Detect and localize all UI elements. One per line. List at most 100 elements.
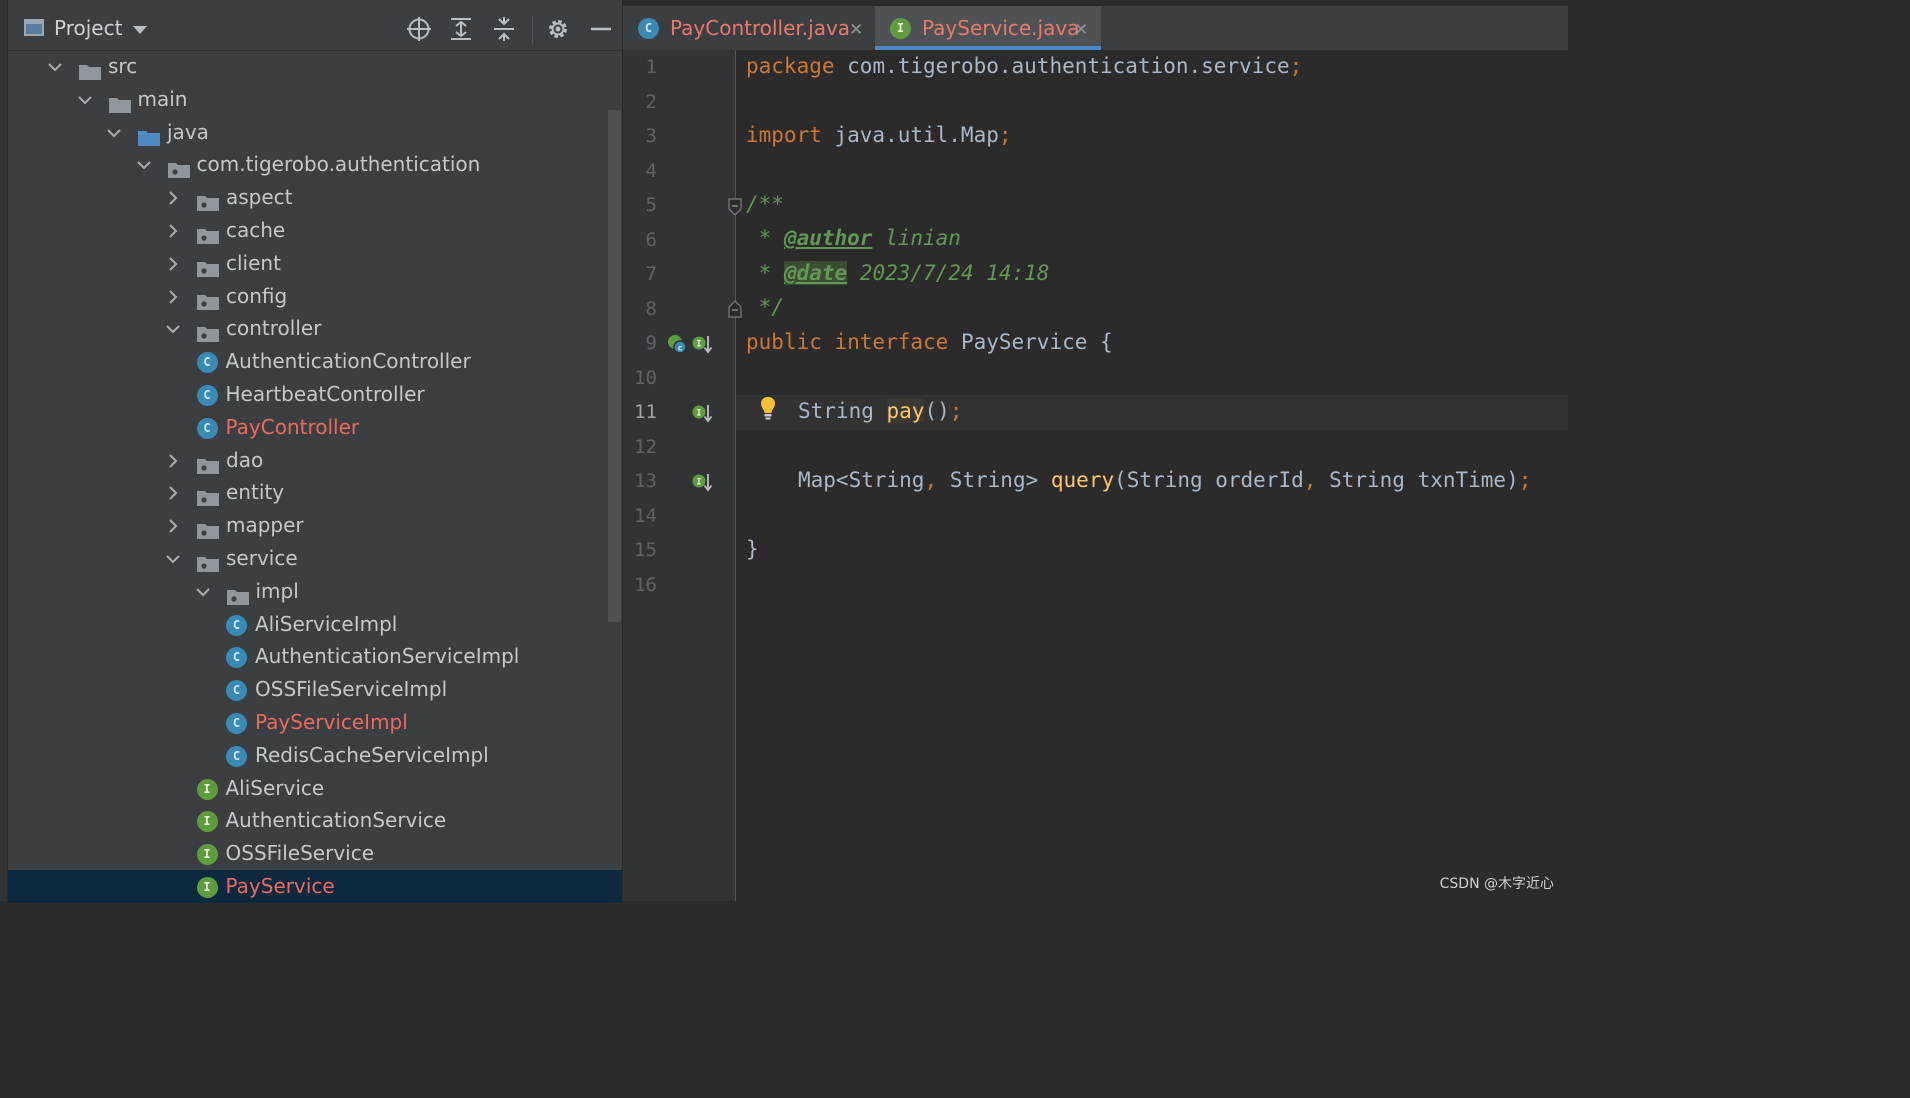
- tree-node-label: mapper: [226, 513, 304, 538]
- gear-icon[interactable]: [545, 16, 571, 42]
- collapse-all-icon[interactable]: [491, 16, 517, 42]
- line-number[interactable]: 12: [623, 436, 657, 458]
- tree-node-payserviceimpl[interactable]: C PayServiceImpl: [8, 706, 622, 739]
- folder-icon: [137, 124, 161, 146]
- tree-node-rediscacheserviceimpl[interactable]: C RedisCacheServiceImpl: [8, 739, 622, 772]
- chevron-right-icon[interactable]: [166, 289, 180, 304]
- tool-window-strip[interactable]: [0, 0, 8, 901]
- lightbulb-icon[interactable]: [759, 396, 777, 422]
- project-tree[interactable]: src main java com.tigerobo.authentication as…: [8, 50, 622, 903]
- class-icon: C: [226, 745, 247, 767]
- keyword: package: [746, 54, 835, 78]
- tree-node-paycontroller[interactable]: C PayController: [8, 411, 622, 444]
- code-line-3[interactable]: import java.util.Map;: [746, 123, 1012, 147]
- tab-label: PayService.java: [922, 16, 1080, 40]
- line-number[interactable]: 7: [623, 263, 657, 285]
- tree-node-aspect[interactable]: aspect: [8, 181, 622, 214]
- tree-node-main[interactable]: main: [8, 83, 622, 116]
- tab-paycontroller[interactable]: C PayController.java ✕: [623, 6, 875, 50]
- line-number[interactable]: 3: [623, 125, 657, 147]
- line-number[interactable]: 16: [623, 574, 657, 596]
- chevron-down-icon[interactable]: [107, 126, 121, 140]
- tree-node-controller[interactable]: controller: [8, 312, 622, 345]
- tree-scrollbar[interactable]: [608, 110, 621, 622]
- tree-node-ossfileserviceimpl[interactable]: C OSSFileServiceImpl: [8, 673, 622, 706]
- toolbar-divider: [532, 16, 533, 44]
- tree-node-entity[interactable]: entity: [8, 476, 622, 509]
- chevron-down-icon[interactable]: [195, 585, 210, 599]
- tree-node-ossfileservice[interactable]: I OSSFileService: [8, 837, 622, 870]
- line-number[interactable]: 15: [623, 539, 657, 561]
- implemented-down-icon[interactable]: I: [691, 333, 713, 355]
- code-line-11[interactable]: String pay();: [798, 399, 962, 423]
- tree-node-cache[interactable]: cache: [8, 214, 622, 247]
- close-icon[interactable]: ✕: [849, 20, 863, 40]
- chevron-down-icon[interactable]: [48, 60, 62, 74]
- tree-node-label: impl: [255, 578, 299, 603]
- line-number[interactable]: 5: [623, 194, 657, 216]
- line-number[interactable]: 10: [623, 367, 657, 389]
- tree-node-dao[interactable]: dao: [8, 444, 622, 477]
- unfold-end-icon[interactable]: [728, 300, 742, 318]
- tree-node-label: client: [226, 250, 281, 275]
- hide-panel-icon[interactable]: [588, 16, 614, 42]
- tree-node-aliservice[interactable]: I AliService: [8, 772, 622, 805]
- close-icon[interactable]: ✕: [1074, 20, 1088, 40]
- tree-node-heartbeatcontroller[interactable]: C HeartbeatController: [8, 378, 622, 411]
- line-number[interactable]: 2: [623, 91, 657, 113]
- tree-node-java[interactable]: java: [8, 116, 622, 149]
- line-number[interactable]: 6: [623, 229, 657, 251]
- expand-all-icon[interactable]: [448, 16, 474, 42]
- line-number[interactable]: 8: [623, 298, 657, 320]
- fold-icon[interactable]: [728, 198, 742, 216]
- tree-node-client[interactable]: client: [8, 247, 622, 280]
- tree-node-payservice[interactable]: I PayService: [8, 870, 622, 903]
- locate-icon[interactable]: [406, 16, 432, 42]
- code-line-15[interactable]: }: [746, 537, 759, 561]
- code-line-1[interactable]: package com.tigerobo.authentication.serv…: [746, 54, 1302, 78]
- package-icon: [196, 222, 220, 244]
- tree-node-mapper[interactable]: mapper: [8, 509, 622, 542]
- chevron-right-icon[interactable]: [166, 519, 180, 533]
- line-number[interactable]: 1: [623, 56, 657, 78]
- code-line-13[interactable]: Map<String, String> query(String orderId…: [798, 468, 1531, 492]
- tree-node-aliserviceimpl[interactable]: C AliServiceImpl: [8, 608, 622, 641]
- chevron-right-icon[interactable]: [166, 486, 180, 501]
- tree-node-authenticationservice[interactable]: I AuthenticationService: [8, 804, 622, 837]
- tree-node-authenticationserviceimpl[interactable]: C AuthenticationServiceImpl: [8, 640, 622, 673]
- code-editor[interactable]: c I I I 1 2 3 4 5 6 7 8 9 10 11 12 13 14 15 16 package …: [623, 50, 1568, 901]
- chevron-down-icon[interactable]: [133, 26, 147, 34]
- project-view-selector[interactable]: Project: [54, 16, 122, 40]
- editor-tabs: C PayController.java ✕ I PayService.java…: [623, 6, 1568, 51]
- implemented-down-icon[interactable]: I: [691, 471, 713, 493]
- implemented-down-icon[interactable]: I: [691, 402, 713, 424]
- tree-node-config[interactable]: config: [8, 280, 622, 313]
- tree-node-service[interactable]: service: [8, 542, 622, 575]
- code-line-8[interactable]: */: [746, 295, 784, 319]
- chevron-right-icon[interactable]: [166, 191, 180, 205]
- tree-node-com-tigerobo-authentication[interactable]: com.tigerobo.authentication: [8, 148, 622, 181]
- line-number[interactable]: 9: [623, 332, 657, 354]
- line-number[interactable]: 14: [623, 505, 657, 527]
- code-line-6[interactable]: * @author linian: [746, 226, 961, 250]
- spring-bean-icon[interactable]: c: [666, 333, 688, 355]
- line-number[interactable]: 11: [623, 401, 657, 423]
- code-line-5[interactable]: /**: [746, 192, 784, 216]
- tree-node-authenticationcontroller[interactable]: C AuthenticationController: [8, 345, 622, 378]
- chevron-down-icon[interactable]: [136, 158, 151, 172]
- tree-node-src[interactable]: src: [8, 50, 622, 83]
- chevron-down-icon[interactable]: [166, 552, 180, 566]
- tree-node-label: service: [226, 546, 298, 570]
- chevron-right-icon[interactable]: [166, 257, 180, 271]
- javadoc-tag: @date: [783, 261, 848, 285]
- chevron-down-icon[interactable]: [77, 93, 92, 107]
- code-line-7[interactable]: * @date 2023/7/24 14:18: [746, 261, 1049, 285]
- tab-payservice[interactable]: I PayService.java ✕: [875, 6, 1101, 50]
- chevron-right-icon[interactable]: [166, 453, 180, 468]
- chevron-down-icon[interactable]: [166, 322, 180, 336]
- chevron-right-icon[interactable]: [166, 224, 180, 238]
- line-number[interactable]: 13: [623, 470, 657, 492]
- line-number[interactable]: 4: [623, 160, 657, 182]
- code-line-9[interactable]: public interface PayService {: [746, 330, 1113, 354]
- tree-node-impl[interactable]: impl: [8, 575, 622, 608]
